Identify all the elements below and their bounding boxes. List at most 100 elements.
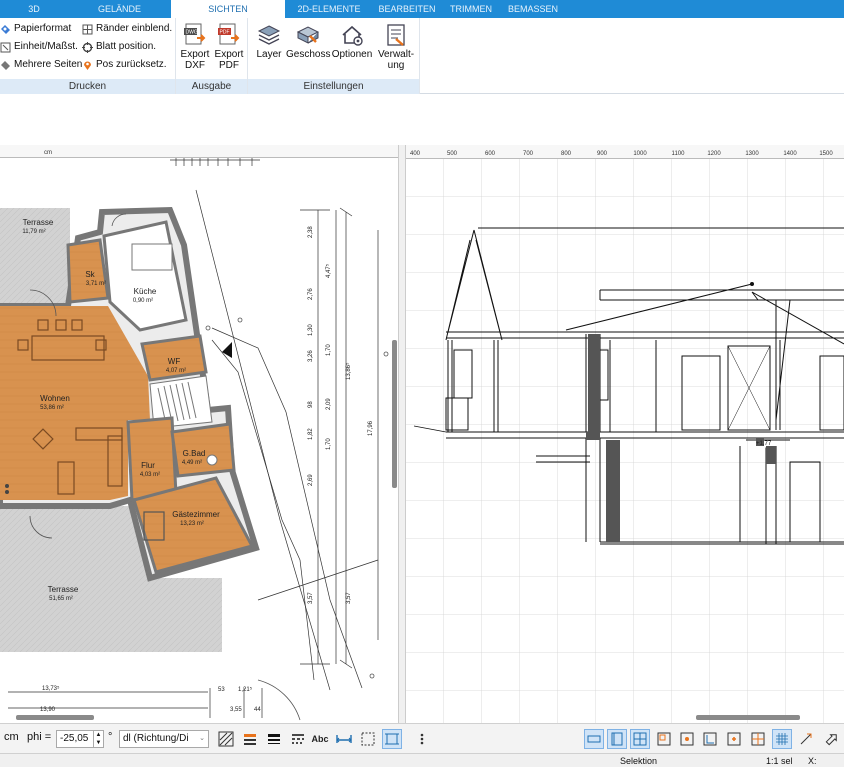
dim-vertical-6: 1,70 xyxy=(326,438,332,450)
dimension-icon[interactable] xyxy=(334,729,354,749)
mehrere-seiten-button[interactable]: Mehrere Seiten xyxy=(0,57,82,73)
grid-toggle-icon[interactable] xyxy=(772,729,792,749)
layer-button[interactable]: Layer xyxy=(252,20,286,78)
group-title-einstellungen: Einstellungen xyxy=(248,79,419,94)
dim-bottom-3: 53 xyxy=(218,687,225,693)
dim-vertical-4: 1,70 xyxy=(326,344,332,356)
papierformat-button[interactable]: Papierformat xyxy=(0,21,71,37)
tab-sichten[interactable]: SICHTEN xyxy=(171,0,285,18)
plan-vertical-scrollbar[interactable] xyxy=(392,340,397,488)
optionen-button[interactable]: Optionen xyxy=(330,20,374,78)
raender-einblenden-button[interactable]: Ränder einblend. xyxy=(82,21,172,37)
export-pdf-button[interactable]: PDF Export PDF xyxy=(212,20,246,78)
tab-gelaende[interactable]: GELÄNDE xyxy=(68,0,171,18)
room-area-terrasse-bottom: 51,65 m² xyxy=(49,596,73,602)
export-pdf-label-2: PDF xyxy=(219,60,239,71)
bottom-toolbar: cm phi = -25,05 ▲ ▼ ° dl (Richtung/Di ⌄ A… xyxy=(0,723,844,753)
more-options-icon[interactable] xyxy=(412,729,432,749)
tab-2d-elemente[interactable]: 2D-ELEMENTE xyxy=(285,0,373,18)
ortho-icon[interactable] xyxy=(796,729,816,749)
fill-pattern-icon[interactable] xyxy=(216,729,236,749)
bounding-box-icon[interactable] xyxy=(382,729,402,749)
dim-vertical-9: 3,57 xyxy=(346,592,352,604)
group-title-ausgabe: Ausgabe xyxy=(176,79,247,94)
tab-bemassen[interactable]: BEMASSEN xyxy=(501,0,565,18)
papierformat-label: Papierformat xyxy=(14,23,72,34)
ribbon-group-ausgabe: DWG Export DXF PDF Export PDF Ausgabe xyxy=(176,18,248,94)
export-dxf-label-2: DXF xyxy=(185,60,205,71)
room-name-sk: Sk xyxy=(85,270,95,279)
move-sheet-icon xyxy=(82,41,93,53)
room-area-wohnen: 53,86 m² xyxy=(40,405,64,411)
view-grid-icon[interactable] xyxy=(630,729,650,749)
mehrere-seiten-label: Mehrere Seiten xyxy=(14,59,83,70)
room-area-wf: 4,07 m² xyxy=(166,368,186,374)
dim-vertical-1: 2,38 xyxy=(308,226,314,238)
pos-zuruecksetzen-button[interactable]: Pos zurücksetz. xyxy=(82,57,167,73)
tab-bearbeiten[interactable]: BEARBEITEN xyxy=(373,0,441,18)
phi-input[interactable]: -25,05 ▲ ▼ xyxy=(56,730,104,748)
geschoss-label: Geschoss xyxy=(286,49,331,60)
selection-frame-icon[interactable] xyxy=(358,729,378,749)
dim-bottom-1: 13,73⁵ xyxy=(42,685,60,692)
room-area-gaestezimmer: 13,23 m² xyxy=(180,521,204,527)
dim-bottom-2: 13,90 xyxy=(40,707,56,713)
svg-text:DWG: DWG xyxy=(186,30,198,36)
view-splitter[interactable] xyxy=(398,145,406,723)
snap-edge-icon[interactable] xyxy=(700,729,720,749)
ribbon-panel: Papierformat Einheit/Maßst. Mehrere Seit… xyxy=(0,18,844,94)
layers-icon xyxy=(257,25,281,45)
section-horizontal-scrollbar[interactable] xyxy=(696,715,800,720)
group-title-drucken: Drucken xyxy=(0,79,175,94)
view-page-icon[interactable] xyxy=(607,729,627,749)
status-mode: Selektion xyxy=(620,756,658,766)
direction-value: dl (Richtung/Di xyxy=(123,733,189,744)
layer-stack-icon[interactable] xyxy=(240,729,260,749)
degree-label: ° xyxy=(108,731,113,743)
dim-bottom-5: 3,55 xyxy=(230,707,242,713)
room-area-kueche: 0,90 m² xyxy=(133,298,153,304)
dim-vertical-3: 2,76 xyxy=(308,288,314,300)
export-dxf-icon: DWG xyxy=(184,23,206,45)
raender-label: Ränder einblend. xyxy=(96,23,173,34)
export-dxf-label-1: Export xyxy=(180,49,210,60)
view-single-icon[interactable] xyxy=(584,729,604,749)
dim-vertical-8: 3,57 xyxy=(308,592,314,604)
verwaltung-button[interactable]: Verwalt- ung xyxy=(376,20,416,78)
snap-intersection-icon[interactable] xyxy=(748,729,768,749)
tab-3d[interactable]: 3D xyxy=(0,0,68,18)
ribbon-tab-bar: 3D GELÄNDE SICHTEN 2D-ELEMENTE BEARBEITE… xyxy=(0,0,844,18)
snap-corner-icon[interactable] xyxy=(654,729,674,749)
tab-trimmen[interactable]: TRIMMEN xyxy=(441,0,501,18)
paper-format-icon xyxy=(1,24,10,34)
phi-stepper[interactable]: ▲ ▼ xyxy=(93,731,103,747)
export-dxf-button[interactable]: DWG Export DXF xyxy=(178,20,212,78)
floor-plan-drawing: Terrasse 11,79 m² Sk 3,71 m² Küche 0,90 … xyxy=(0,158,390,721)
snap-image-icon[interactable] xyxy=(677,729,697,749)
svg-text:PDF: PDF xyxy=(220,30,230,36)
room-name-flur: Flur xyxy=(141,461,155,470)
cursor-arrow-icon[interactable] xyxy=(820,729,840,749)
dim-vertical-12: 3,26 xyxy=(308,350,314,362)
text-abc-icon[interactable]: Abc xyxy=(310,729,330,749)
line-style-icon[interactable] xyxy=(288,729,308,749)
geschoss-button[interactable]: Geschoss xyxy=(286,20,330,78)
line-weight-icon[interactable] xyxy=(264,729,284,749)
floor-plan-view[interactable]: cm Terrasse 11,79 m² Sk 3,71 m² Küche 0,… xyxy=(0,145,398,723)
snap-midpoint-icon[interactable] xyxy=(724,729,744,749)
blatt-position-label: Blatt position. xyxy=(96,41,157,52)
einheit-massstab-button[interactable]: Einheit/Maßst. xyxy=(0,39,78,55)
room-area-terrasse-top: 11,79 m² xyxy=(22,229,45,235)
room-name-gbad: G.Bad xyxy=(183,449,206,458)
room-name-kueche: Küche xyxy=(134,287,157,296)
room-name-wohnen: Wohnen xyxy=(40,394,70,403)
plan-horizontal-scrollbar[interactable] xyxy=(16,715,94,720)
dim-vertical-2: 4,47⁵ xyxy=(325,263,332,278)
blatt-positionieren-button[interactable]: Blatt position. xyxy=(82,39,156,55)
direction-dropdown[interactable]: dl (Richtung/Di ⌄ xyxy=(119,730,209,748)
export-pdf-label-1: Export xyxy=(214,49,244,60)
dim-vertical-5: 2,09 xyxy=(326,398,332,410)
section-view[interactable]: 400 500 600 700 800 900 1000 1100 1200 1… xyxy=(406,145,844,723)
room-area-flur: 4,03 m² xyxy=(140,472,160,478)
ribbon-group-drucken: Papierformat Einheit/Maßst. Mehrere Seit… xyxy=(0,18,176,94)
